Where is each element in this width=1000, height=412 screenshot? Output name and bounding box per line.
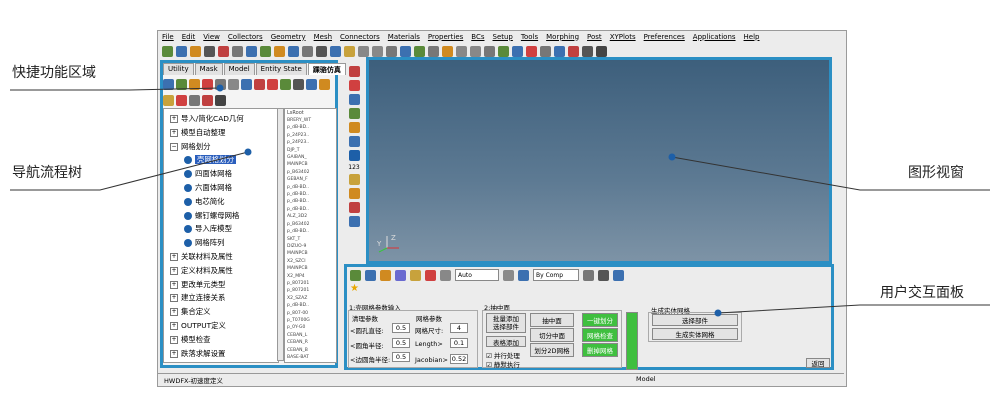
callout-interaction-panel: 用户交互面板 xyxy=(880,285,964,301)
callout-navigation-tree: 导航流程树 xyxy=(12,165,82,181)
callout-graphics-view: 图形视窗 xyxy=(908,165,964,181)
callout-lines xyxy=(10,84,990,317)
callout-quick-area: 快捷功能区域 xyxy=(12,65,96,81)
